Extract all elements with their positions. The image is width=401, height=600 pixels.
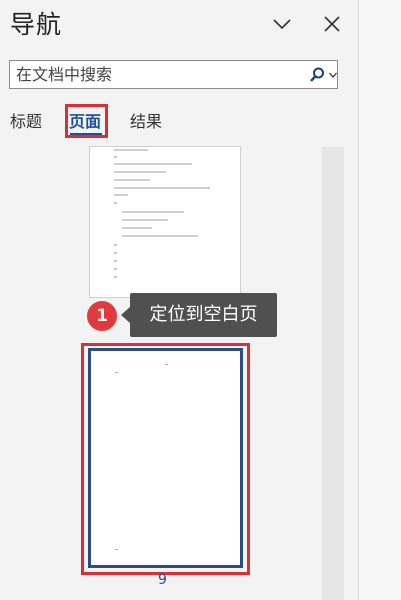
page-thumbnail-selected[interactable] [88,348,243,568]
document-area [359,0,401,600]
close-icon[interactable] [318,10,346,38]
chevron-down-icon[interactable] [268,10,296,38]
tab-highlight-box [65,104,108,138]
thumbnail-scrollbar[interactable] [322,147,344,600]
pane-title: 导航 [10,10,63,39]
search-box[interactable] [9,60,338,89]
page-thumbnail[interactable] [90,147,240,297]
callout-tooltip: 定位到空白页 [130,293,277,337]
tab-headings[interactable]: 标题 [10,110,42,134]
step-number-badge: 1 [87,301,117,331]
search-input[interactable] [16,63,296,86]
search-icon[interactable] [308,66,326,84]
search-options-chevron-icon[interactable] [328,70,338,80]
page-number: 9 [158,572,167,588]
tab-results[interactable]: 结果 [130,110,162,134]
